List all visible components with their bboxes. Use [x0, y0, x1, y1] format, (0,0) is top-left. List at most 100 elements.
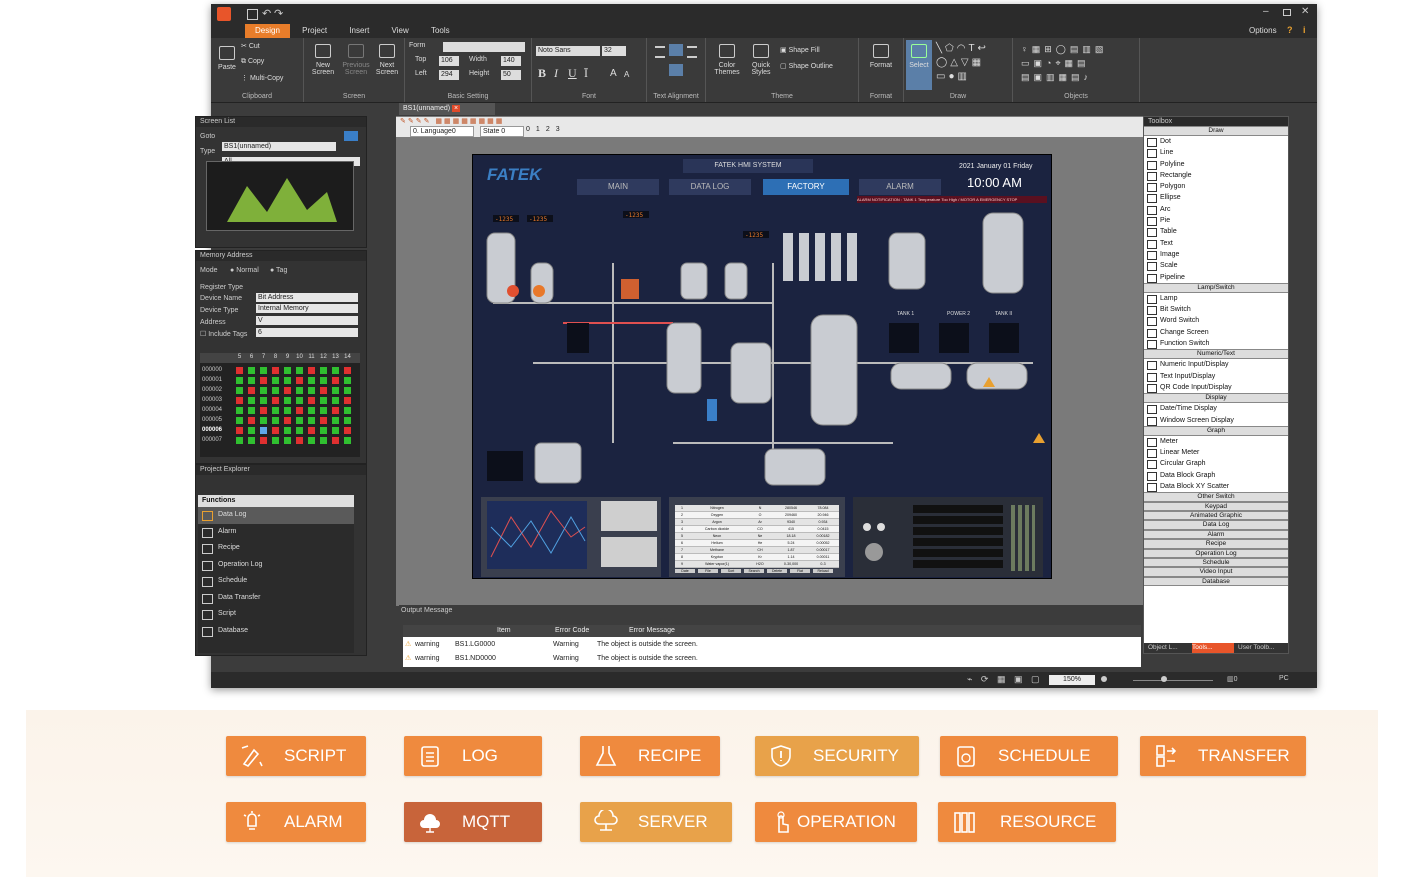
- multi-copy-button[interactable]: ⋮ Multi-Copy: [241, 74, 283, 82]
- info-icon[interactable]: i: [1303, 25, 1306, 35]
- bit-cell[interactable]: [332, 437, 339, 444]
- left-field[interactable]: 294: [439, 70, 459, 80]
- toolbox-item[interactable]: Data Block XY Scatter: [1144, 481, 1288, 493]
- bit-cell[interactable]: [344, 377, 351, 384]
- status-icons[interactable]: ⌁ ⟳ ▦ ▣ ▢: [967, 674, 1042, 685]
- form-field[interactable]: [443, 42, 525, 52]
- bit-cell[interactable]: [248, 407, 255, 414]
- toolbox-section-collapsed[interactable]: Operation Log: [1144, 548, 1288, 559]
- hmi-table-button[interactable]: Date: [675, 569, 695, 573]
- bit-cell[interactable]: [284, 427, 291, 434]
- zoom-out-icon[interactable]: [1101, 676, 1107, 682]
- bit-cell[interactable]: [320, 397, 327, 404]
- color-themes-button[interactable]: Color Themes: [710, 44, 744, 76]
- bit-cell[interactable]: [332, 427, 339, 434]
- hmi-table-row[interactable]: 9 Water vapor(1) H2O 0-30,000 0-3: [675, 561, 839, 568]
- bit-cell[interactable]: [272, 397, 279, 404]
- explorer-item[interactable]: Database: [198, 623, 354, 640]
- bit-cell[interactable]: [260, 437, 267, 444]
- hmi-table-button[interactable]: Sort: [721, 569, 741, 573]
- toolstrip-icons[interactable]: ✎✎✎✎ ▦▦▦▦▦▦▦▦: [400, 117, 600, 125]
- hmi-tab-factory[interactable]: FACTORY: [763, 179, 849, 195]
- feature-alarm[interactable]: ALARM: [226, 802, 366, 842]
- toolbox-section-collapsed[interactable]: Video Input: [1144, 567, 1288, 577]
- bit-cell[interactable]: [296, 387, 303, 394]
- toolbox-section-collapsed[interactable]: Data Log: [1144, 520, 1288, 530]
- options-menu[interactable]: Options: [1249, 26, 1277, 35]
- bit-cell[interactable]: [308, 377, 315, 384]
- close-icon[interactable]: ✕: [1301, 6, 1309, 17]
- toolbox-item[interactable]: Image: [1144, 249, 1288, 261]
- hmi-table-button[interactable]: File: [698, 569, 718, 573]
- maximize-icon[interactable]: [1283, 9, 1291, 16]
- toolbox-item[interactable]: Word Switch: [1144, 315, 1288, 327]
- hmi-table-row[interactable]: 8 Krypton Kr 1.14 0.00011: [675, 554, 839, 561]
- bit-cell[interactable]: [260, 377, 267, 384]
- page-buttons[interactable]: 0123: [526, 126, 566, 133]
- bit-cell[interactable]: [236, 407, 243, 414]
- toolbox-item[interactable]: Polygon: [1144, 181, 1288, 193]
- toolbox-item[interactable]: Date/Time Display: [1144, 403, 1288, 415]
- bold-button[interactable]: B: [538, 66, 546, 81]
- bit-cell[interactable]: [260, 367, 267, 374]
- explorer-item[interactable]: Data Transfer: [198, 590, 354, 607]
- toolbox-item[interactable]: Lamp: [1144, 293, 1288, 305]
- bit-cell[interactable]: [332, 367, 339, 374]
- speed-knob[interactable]: [865, 543, 883, 561]
- paste-button[interactable]: Paste: [215, 46, 239, 71]
- toolbox-section-collapsed[interactable]: Database: [1144, 576, 1288, 587]
- hmi-table-row[interactable]: 6 Helium He 5.24 0.00052: [675, 540, 839, 547]
- top-field[interactable]: 106: [439, 56, 459, 66]
- bit-cell[interactable]: [284, 407, 291, 414]
- menu-project[interactable]: Project: [292, 24, 337, 38]
- toolbox-item[interactable]: Rectangle: [1144, 170, 1288, 182]
- bit-cell[interactable]: [236, 377, 243, 384]
- toolbox-item[interactable]: Text Input/Display: [1144, 371, 1288, 382]
- bit-cell[interactable]: [332, 407, 339, 414]
- bit-cell[interactable]: [320, 407, 327, 414]
- bit-cell[interactable]: [248, 367, 255, 374]
- bit-cell[interactable]: [332, 387, 339, 394]
- hmi-table-row[interactable]: 5 Neon Ne 18.18 0.00182: [675, 533, 839, 540]
- hmi-table-button[interactable]: Search: [744, 569, 764, 573]
- font-name-select[interactable]: Noto Sans: [536, 46, 600, 56]
- align-left-icon[interactable]: [655, 46, 665, 58]
- bit-cell[interactable]: [308, 427, 315, 434]
- explorer-item[interactable]: Script: [198, 606, 354, 623]
- underline-button[interactable]: U: [568, 66, 577, 81]
- select-button[interactable]: Select: [906, 40, 932, 90]
- toolbox-section-collapsed[interactable]: Alarm: [1144, 529, 1288, 540]
- bit-cell[interactable]: [344, 437, 351, 444]
- bit-cell[interactable]: [308, 367, 315, 374]
- feature-server[interactable]: SERVER: [580, 802, 732, 842]
- cut-button[interactable]: ✂ Cut: [241, 42, 260, 50]
- bit-cell[interactable]: [272, 427, 279, 434]
- new-screen-button[interactable]: New Screen: [308, 44, 338, 76]
- toolbox-item[interactable]: Data Block Graph: [1144, 470, 1288, 482]
- bit-cell[interactable]: [248, 427, 255, 434]
- document-tab[interactable]: BS1(unnamed) ×: [399, 103, 495, 115]
- bit-cell[interactable]: [344, 397, 351, 404]
- hmi-tab-main[interactable]: MAIN: [577, 179, 659, 195]
- bit-cell[interactable]: [344, 407, 351, 414]
- include-tags-checkbox[interactable]: ☐: [200, 331, 206, 338]
- explorer-item[interactable]: Alarm: [198, 524, 354, 541]
- bit-cell[interactable]: [344, 387, 351, 394]
- menu-design[interactable]: Design: [245, 24, 290, 38]
- bit-cell[interactable]: [272, 377, 279, 384]
- toolbox-item[interactable]: Text: [1144, 238, 1288, 249]
- toolbox-item[interactable]: Linear Meter: [1144, 447, 1288, 459]
- undo-icon[interactable]: ↶: [262, 7, 271, 20]
- bit-cell[interactable]: [248, 397, 255, 404]
- menu-tools[interactable]: Tools: [421, 24, 460, 38]
- hmi-table-button[interactable]: Reload: [813, 569, 833, 573]
- toolbox-section[interactable]: Graph: [1144, 425, 1288, 436]
- stop-button[interactable]: [877, 523, 885, 531]
- toolbox-item[interactable]: Arc: [1144, 204, 1288, 216]
- goto-button[interactable]: [344, 131, 358, 141]
- toolbox-section-collapsed[interactable]: Keypad: [1144, 501, 1288, 512]
- bit-cell[interactable]: [260, 407, 267, 414]
- bit-cell[interactable]: [236, 427, 243, 434]
- bit-cell[interactable]: [320, 437, 327, 444]
- toolbox-item[interactable]: Ellipse: [1144, 192, 1288, 204]
